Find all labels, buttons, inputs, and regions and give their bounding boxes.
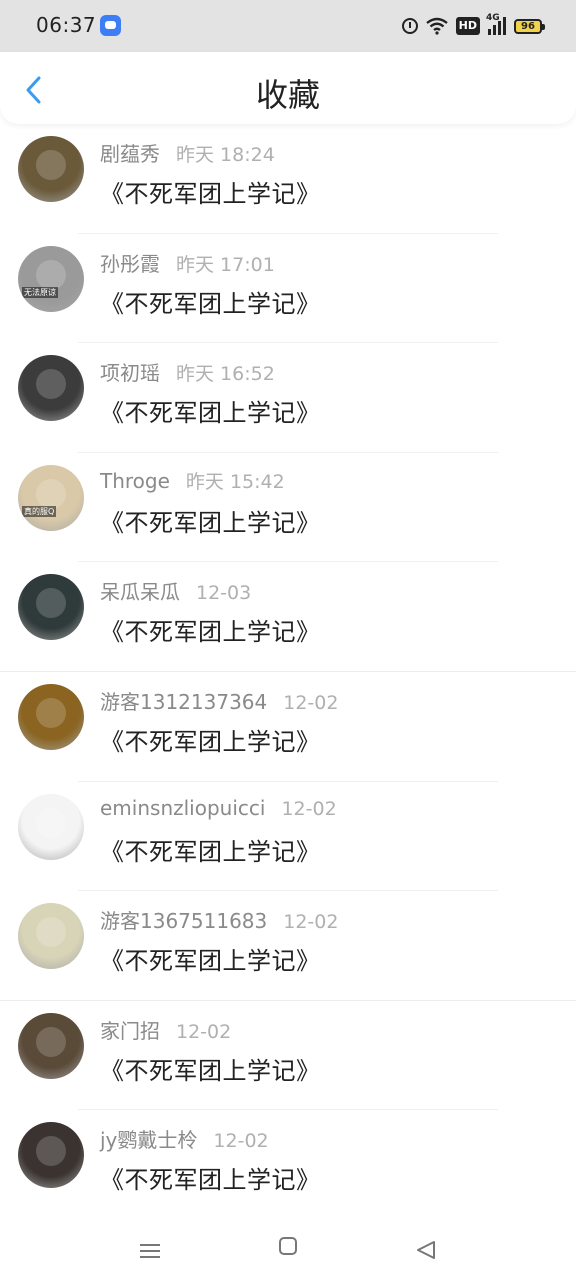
username[interactable]: eminsnzliopuicci bbox=[100, 796, 265, 820]
item-meta: Throge 昨天 15:42 bbox=[100, 467, 285, 494]
username[interactable]: jy鹦戴士柃 bbox=[100, 1124, 197, 1153]
list-item[interactable]: 无法原谅 孙彤霞 昨天 17:01 《不死军团上学记》 bbox=[0, 234, 576, 344]
list-item[interactable]: 项初瑶 昨天 16:52 《不死军团上学记》 bbox=[0, 343, 576, 453]
avatar[interactable] bbox=[18, 136, 84, 202]
back-triangle-icon[interactable] bbox=[406, 1230, 446, 1270]
timestamp: 12-02 bbox=[281, 797, 337, 820]
page-title: 收藏 bbox=[255, 76, 320, 114]
item-meta: 呆瓜呆瓜 12-03 bbox=[100, 576, 251, 605]
wifi-icon bbox=[425, 17, 448, 35]
book-title[interactable]: 《不死军团上学记》 bbox=[100, 1051, 321, 1086]
list-item[interactable]: eminsnzliopuicci 12-02 《不死军团上学记》 bbox=[0, 782, 576, 892]
favorites-list: 剧蕴秀 昨天 18:24 《不死军团上学记》 无法原谅 孙彤霞 昨天 17:01 《不死军团… bbox=[0, 124, 576, 1220]
book-title[interactable]: 《不死军团上学记》 bbox=[100, 174, 321, 209]
timestamp: 12-02 bbox=[176, 1020, 232, 1043]
system-nav-bar bbox=[0, 1210, 576, 1280]
username[interactable]: 游客1367511683 bbox=[100, 905, 267, 934]
list-item[interactable]: 游客1367511683 12-02 《不死军团上学记》 bbox=[0, 891, 576, 1001]
list-item[interactable]: 家门招 12-02 《不死军团上学记》 bbox=[0, 1001, 576, 1111]
avatar[interactable]: 真的服Q bbox=[18, 464, 84, 531]
network-type: 4G bbox=[486, 13, 500, 23]
alarm-icon bbox=[401, 18, 418, 34]
username[interactable]: 游客1312137364 bbox=[100, 686, 267, 715]
book-title[interactable]: 《不死军团上学记》 bbox=[100, 832, 321, 867]
item-meta: 剧蕴秀 昨天 18:24 bbox=[100, 138, 275, 167]
timestamp: 昨天 16:52 bbox=[176, 363, 275, 386]
avatar[interactable] bbox=[18, 1012, 84, 1079]
hd-icon: HD bbox=[455, 17, 480, 35]
timestamp: 12-02 bbox=[213, 1130, 269, 1153]
avatar[interactable] bbox=[18, 903, 84, 970]
list-item[interactable]: 剧蕴秀 昨天 18:24 《不死军团上学记》 bbox=[0, 124, 576, 234]
timestamp: 12-02 bbox=[283, 911, 339, 934]
list-item[interactable]: 呆瓜呆瓜 12-03 《不死军团上学记》 bbox=[0, 562, 576, 672]
item-meta: eminsnzliopuicci 12-02 bbox=[100, 796, 337, 820]
item-meta: 家门招 12-02 bbox=[100, 1015, 231, 1044]
status-time: 06:37 bbox=[36, 13, 97, 37]
username[interactable]: 项初瑶 bbox=[100, 357, 160, 386]
avatar-caption: 真的服Q bbox=[22, 505, 57, 517]
timestamp: 12-02 bbox=[283, 691, 339, 714]
timestamp: 12-03 bbox=[196, 582, 252, 605]
username[interactable]: Throge bbox=[100, 469, 170, 493]
signal-icon: 4G bbox=[486, 13, 506, 35]
username[interactable]: 剧蕴秀 bbox=[100, 138, 160, 167]
status-bar: 06:37 HD 4G 96 bbox=[0, 0, 576, 52]
item-meta: jy鹦戴士柃 12-02 bbox=[100, 1124, 269, 1153]
book-title[interactable]: 《不死军团上学记》 bbox=[100, 612, 321, 647]
book-title[interactable]: 《不死军团上学记》 bbox=[100, 722, 321, 757]
avatar[interactable]: 无法原谅 bbox=[18, 245, 84, 312]
list-item[interactable]: 真的服Q Throge 昨天 15:42 《不死军团上学记》 bbox=[0, 453, 576, 563]
header: 收藏 bbox=[0, 52, 576, 124]
avatar[interactable] bbox=[18, 1122, 84, 1189]
list-item[interactable]: 游客1312137364 12-02 《不死军团上学记》 bbox=[0, 672, 576, 782]
battery-level: 96 bbox=[521, 20, 535, 32]
username[interactable]: 呆瓜呆瓜 bbox=[100, 576, 180, 605]
item-meta: 项初瑶 昨天 16:52 bbox=[100, 357, 275, 386]
timestamp: 昨天 18:24 bbox=[176, 144, 275, 166]
avatar[interactable] bbox=[18, 793, 84, 860]
menu-icon[interactable] bbox=[130, 1230, 170, 1270]
list-item[interactable]: jy鹦戴士柃 12-02 《不死军团上学记》 bbox=[0, 1110, 576, 1220]
book-title[interactable]: 《不死军团上学记》 bbox=[100, 503, 321, 538]
timestamp: 昨天 15:42 bbox=[185, 470, 285, 493]
item-meta: 游客1367511683 12-02 bbox=[100, 905, 338, 934]
avatar[interactable] bbox=[18, 574, 84, 641]
status-icons: HD 4G 96 bbox=[401, 13, 545, 38]
item-meta: 游客1312137364 12-02 bbox=[100, 686, 338, 715]
book-title[interactable]: 《不死军团上学记》 bbox=[100, 284, 321, 319]
home-icon[interactable] bbox=[268, 1230, 308, 1270]
username[interactable]: 家门招 bbox=[100, 1015, 160, 1044]
timestamp: 昨天 17:01 bbox=[176, 253, 275, 276]
message-app-icon bbox=[100, 15, 121, 36]
book-title[interactable]: 《不死军团上学记》 bbox=[100, 1160, 321, 1195]
avatar[interactable] bbox=[18, 683, 84, 750]
avatar[interactable] bbox=[18, 355, 84, 422]
avatar-caption: 无法原谅 bbox=[22, 286, 58, 298]
username[interactable]: 孙彤霞 bbox=[100, 248, 160, 277]
battery-icon: 96 bbox=[514, 18, 545, 34]
book-title[interactable]: 《不死军团上学记》 bbox=[100, 393, 321, 428]
item-meta: 孙彤霞 昨天 17:01 bbox=[100, 248, 275, 277]
book-title[interactable]: 《不死军团上学记》 bbox=[100, 941, 321, 976]
